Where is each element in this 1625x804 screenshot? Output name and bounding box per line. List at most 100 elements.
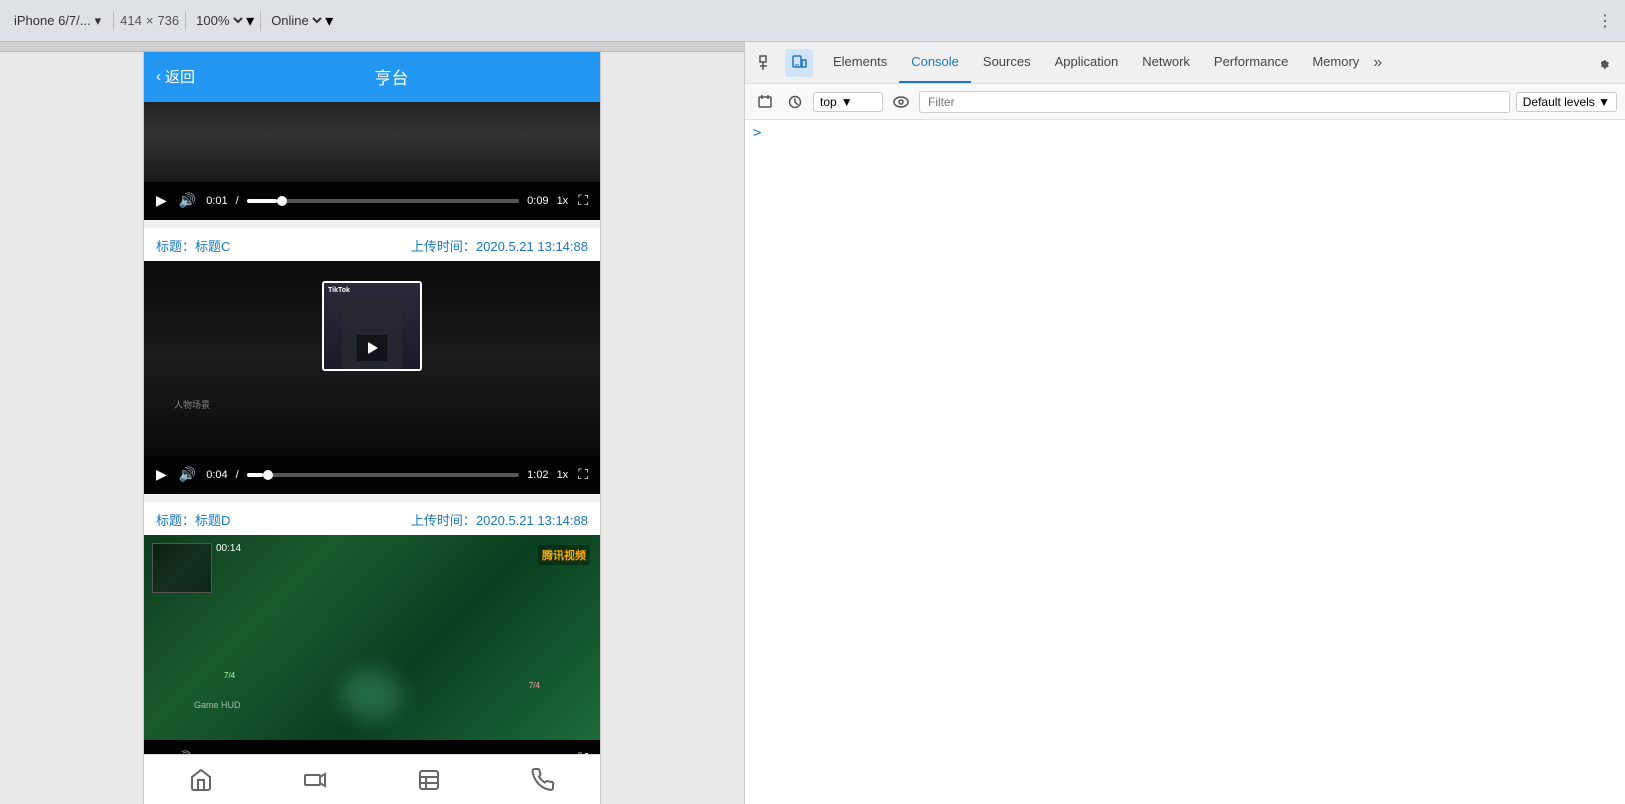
play-button-b[interactable]: ▶: [154, 190, 169, 211]
device-toolbar-button[interactable]: [785, 49, 813, 77]
bottom-nav: [144, 754, 600, 804]
volume-button-d[interactable]: 🔊: [173, 748, 194, 754]
thumb-b-bg: [144, 102, 600, 182]
dimensions: 414 × 736: [120, 13, 179, 28]
video-item-c: 标题：标题C 上传时间：2020.5.21 13:14:88: [144, 228, 600, 502]
back-button[interactable]: ‹ 返回: [156, 66, 195, 87]
video-meta-d: 标题：标题D 上传时间：2020.5.21 13:14:88: [144, 502, 600, 535]
thumb-d-bg: 00:14 腾讯视频 Game HUD 7/4 7/4: [144, 535, 600, 740]
devtools-tabs: Elements Console Sources Application Net…: [821, 42, 1382, 83]
title-value-d: 标题D: [195, 513, 230, 528]
console-bar: top ▼ Default levels ▼: [745, 84, 1625, 120]
speed-b: 1x: [557, 195, 569, 207]
date-value-d: 2020.5.21 13:14:88: [476, 513, 588, 528]
tab-sources[interactable]: Sources: [971, 42, 1043, 83]
title-label-c: 标题：: [156, 239, 195, 254]
mobile-frame: ‹ 返回 亨台: [143, 52, 601, 804]
time-current-d: 0:49: [202, 753, 223, 754]
progress-bar-c[interactable]: [247, 473, 519, 477]
online-dropdown-icon: ▾: [325, 11, 333, 31]
tab-memory[interactable]: Memory: [1300, 42, 1371, 83]
volume-button-b[interactable]: 🔊: [177, 190, 198, 211]
levels-value: Default levels ▼: [1523, 95, 1610, 109]
video-meta-c: 标题：标题C 上传时间：2020.5.21 13:14:88: [144, 228, 600, 261]
nav-home[interactable]: [144, 768, 258, 792]
fullscreen-d[interactable]: ⛶: [576, 748, 590, 754]
time-sep-d: /: [232, 753, 235, 754]
content-area[interactable]: ▶ 🔊 0:01 / 0:09 1x ⛶: [144, 102, 600, 754]
device-dropdown-icon[interactable]: ▾: [95, 13, 102, 29]
time-total-b: 0:09: [527, 195, 548, 207]
time-current-c: 0:04: [206, 469, 227, 481]
online-select[interactable]: Online: [267, 12, 325, 29]
video-player-c: TikTok 人物场景 ▶: [144, 261, 600, 494]
width-value: 414: [120, 13, 142, 28]
pause-button-d[interactable]: ⏸: [154, 748, 165, 754]
devtools-settings-button[interactable]: [1589, 49, 1617, 77]
tab-console[interactable]: Console: [899, 42, 971, 83]
time-total-c: 1:02: [527, 469, 548, 481]
simulator-panel: ‹ 返回 亨台: [0, 42, 744, 804]
back-arrow-icon: ‹: [156, 68, 161, 85]
speed-c: 1x: [557, 469, 569, 481]
tab-application[interactable]: Application: [1043, 42, 1131, 83]
video-date-c: 上传时间：2020.5.21 13:14:88: [411, 236, 588, 255]
title-value-c: 标题C: [195, 239, 230, 254]
date-value-c: 2020.5.21 13:14:88: [476, 239, 588, 254]
more-tabs-button[interactable]: »: [1373, 54, 1382, 72]
progress-dot-c: [263, 470, 273, 480]
separator-3: [260, 11, 261, 31]
context-select[interactable]: top ▼: [813, 92, 883, 112]
tab-network[interactable]: Network: [1130, 42, 1202, 83]
fullscreen-c[interactable]: ⛶: [576, 464, 590, 485]
device-name: iPhone 6/7/...: [14, 13, 91, 28]
volume-button-c[interactable]: 🔊: [177, 464, 198, 485]
video-controls-c: ▶ 🔊 0:04 / 1:02 1x ⛶: [144, 456, 600, 494]
video-title-d: 标题：标题D: [156, 510, 230, 529]
date-label-d: 上传时间：: [411, 513, 476, 528]
height-value: 736: [157, 13, 179, 28]
preserve-log-button[interactable]: [783, 90, 807, 114]
game-timer: 00:14: [216, 543, 241, 554]
progress-dot-b: [277, 196, 287, 206]
speed-d: 1x: [557, 753, 569, 754]
zoom-dropdown-icon: ▾: [246, 11, 254, 31]
game-overlay-text: 腾讯视频: [538, 545, 590, 565]
video-date-d: 上传时间：2020.5.21 13:14:88: [411, 510, 588, 529]
more-options-button[interactable]: ⋮: [1593, 7, 1617, 35]
video-thumbnail-c: TikTok 人物场景: [144, 261, 600, 456]
console-prompt: >: [753, 125, 761, 141]
top-bar: iPhone 6/7/... ▾ 414 × 736 100% ▾ Online…: [0, 0, 1625, 42]
sim-top-bar: [0, 42, 744, 52]
context-value: top: [820, 95, 837, 109]
inspect-element-button[interactable]: [753, 49, 781, 77]
zoom-select[interactable]: 100%: [192, 12, 246, 29]
nav-notes[interactable]: [372, 768, 486, 792]
fullscreen-b[interactable]: ⛶: [576, 190, 590, 211]
video-thumbnail-d: 00:14 腾讯视频 Game HUD 7/4 7/4: [144, 535, 600, 740]
progress-bar-b[interactable]: [247, 199, 519, 203]
dimension-x: ×: [146, 13, 154, 28]
tab-elements[interactable]: Elements: [821, 42, 899, 83]
separator-1: [113, 11, 114, 31]
app-title: 亨台: [195, 64, 588, 89]
time-sep-c: /: [236, 469, 239, 481]
nav-video[interactable]: [258, 768, 372, 792]
filter-input[interactable]: [919, 91, 1510, 113]
clear-console-button[interactable]: [753, 90, 777, 114]
device-selector[interactable]: iPhone 6/7/... ▾: [8, 11, 107, 31]
date-label-c: 上传时间：: [411, 239, 476, 254]
time-display-b: 0:01: [206, 195, 227, 207]
tab-performance[interactable]: Performance: [1202, 42, 1300, 83]
video-thumbnail-b: [144, 102, 600, 182]
main-area: ‹ 返回 亨台: [0, 42, 1625, 804]
nav-phone[interactable]: [486, 768, 600, 792]
video-controls-b: ▶ 🔊 0:01 / 0:09 1x ⛶: [144, 182, 600, 220]
title-label-d: 标题：: [156, 513, 195, 528]
levels-select[interactable]: Default levels ▼: [1516, 92, 1617, 112]
play-button-c[interactable]: ▶: [154, 464, 169, 485]
console-content: >: [745, 120, 1625, 804]
eye-button[interactable]: [889, 90, 913, 114]
progress-fill-b: [247, 199, 277, 203]
back-label: 返回: [165, 66, 195, 87]
